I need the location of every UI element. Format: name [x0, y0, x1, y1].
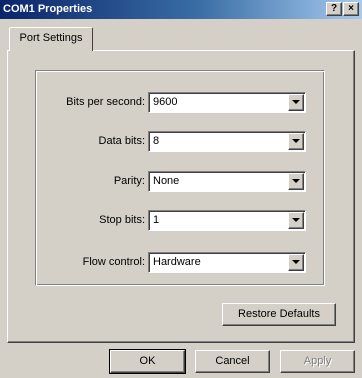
help-button[interactable]: ? [326, 2, 342, 16]
flow-control-label: Flow control: [82, 256, 145, 268]
bits-per-second-select[interactable]: 9600 [148, 92, 306, 113]
window-title: COM1 Properties [3, 3, 93, 15]
chevron-down-icon[interactable] [288, 254, 304, 271]
chevron-down-icon[interactable] [288, 94, 304, 111]
flow-control-value: Hardware [153, 256, 201, 268]
chevron-down-icon[interactable] [288, 212, 304, 229]
bits-per-second-value: 9600 [153, 96, 178, 108]
chevron-down-icon[interactable] [288, 173, 304, 190]
restore-defaults-button[interactable]: Restore Defaults [222, 303, 336, 326]
data-bits-select[interactable]: 8 [148, 131, 306, 152]
stop-bits-value: 1 [153, 214, 160, 226]
flow-control-select[interactable]: Hardware [148, 252, 306, 273]
tab-port-settings[interactable]: Port Settings [9, 27, 93, 51]
parity-label: Parity: [113, 175, 145, 187]
tab-label: Port Settings [19, 32, 83, 44]
stop-bits-select[interactable]: 1 [148, 210, 306, 231]
ok-button[interactable]: OK [109, 349, 186, 374]
apply-button[interactable]: Apply [280, 350, 355, 373]
bits-per-second-label: Bits per second: [66, 96, 145, 108]
close-button[interactable]: × [343, 2, 359, 16]
chevron-down-icon[interactable] [288, 133, 304, 150]
parity-value: None [153, 175, 180, 187]
cancel-button[interactable]: Cancel [195, 350, 270, 373]
stop-bits-label: Stop bits: [99, 214, 145, 226]
data-bits-value: 8 [153, 135, 160, 147]
parity-select[interactable]: None [148, 171, 306, 192]
data-bits-label: Data bits: [98, 135, 145, 147]
title-bar[interactable]: COM1 Properties ? × [0, 0, 362, 19]
